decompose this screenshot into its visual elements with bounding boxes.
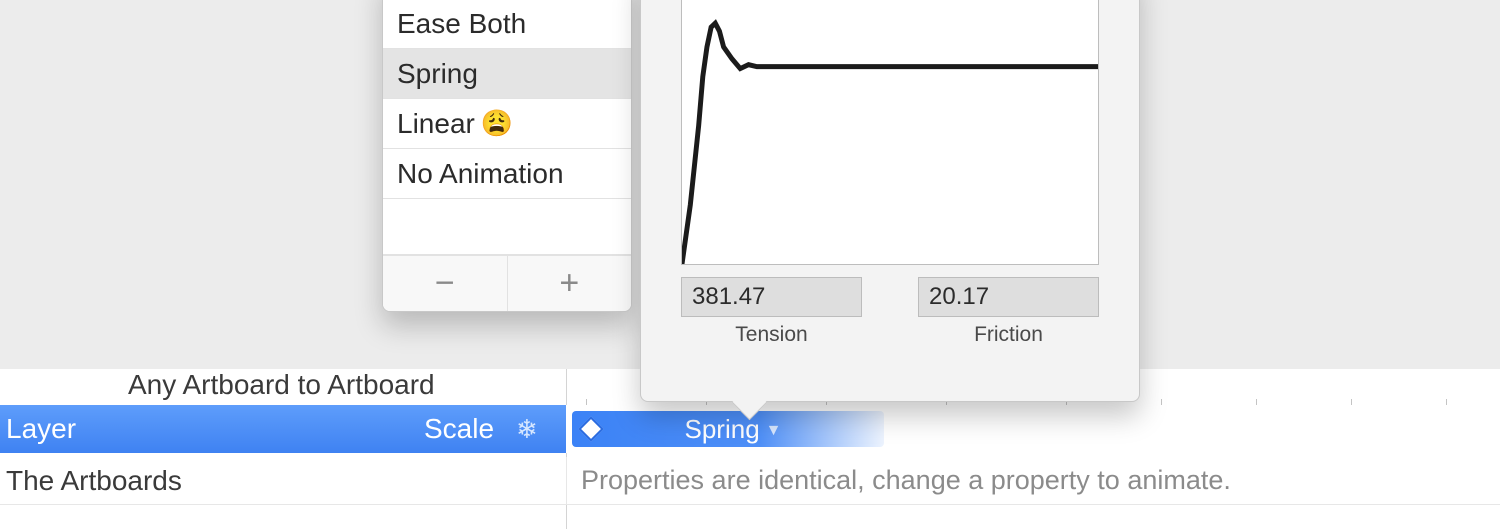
identical-properties-message: Properties are identical, change a prope… [581, 465, 1231, 496]
tension-label: Tension [735, 323, 807, 347]
easing-option-linear[interactable]: Linear 😩 [383, 99, 631, 149]
property-label: Scale [424, 413, 494, 445]
easing-option-no-animation[interactable]: No Animation [383, 149, 631, 199]
minus-icon: − [435, 264, 455, 303]
easing-option-spring[interactable]: Spring [383, 49, 631, 99]
layer-name-label: The Artboards [6, 465, 182, 497]
spring-curve-graph [681, 0, 1099, 265]
layer-name-label: Layer [6, 413, 76, 445]
weary-face-icon: 😩 [481, 108, 513, 139]
freeze-icon[interactable]: ❄︎ [516, 414, 538, 445]
animation-clip[interactable]: Spring ▼ [572, 411, 884, 447]
spring-config-popover: 381.47 Tension 20.17 Friction [640, 0, 1140, 402]
spring-params: 381.47 Tension 20.17 Friction [681, 277, 1099, 347]
easing-option-ease-both[interactable]: Ease Both [383, 0, 631, 49]
friction-value: 20.17 [929, 283, 989, 311]
tension-input[interactable]: 381.47 [681, 277, 862, 317]
easing-list-footer: − + [383, 255, 631, 311]
layer-row[interactable]: The Artboards Properties are identical, … [0, 457, 1500, 505]
easing-option-label: Ease Both [397, 8, 526, 40]
friction-label: Friction [974, 323, 1043, 347]
tension-group: 381.47 Tension [681, 277, 862, 347]
timeline-lane: Properties are identical, change a prope… [566, 457, 1500, 504]
transition-title: Any Artboard to Artboard [128, 369, 435, 401]
add-curve-button[interactable]: + [508, 256, 632, 311]
friction-input[interactable]: 20.17 [918, 277, 1099, 317]
easing-curve-list: Ease Out Ease Both Spring Linear 😩 No An… [383, 0, 631, 255]
dropdown-caret-icon[interactable]: ▼ [766, 422, 782, 440]
easing-option-empty [383, 199, 631, 255]
easing-option-label: No Animation [397, 158, 564, 190]
friction-group: 20.17 Friction [918, 277, 1099, 347]
timeline-lane[interactable]: Spring ▼ [566, 405, 1500, 453]
easing-option-label: Linear [397, 108, 475, 140]
easing-option-label: Spring [397, 58, 478, 90]
plus-icon: + [559, 264, 579, 303]
tension-value: 381.47 [692, 283, 765, 311]
easing-curve-popover: Ease Out Ease Both Spring Linear 😩 No An… [382, 0, 632, 312]
remove-curve-button[interactable]: − [383, 256, 508, 311]
keyframe-diamond-icon[interactable] [578, 416, 603, 441]
